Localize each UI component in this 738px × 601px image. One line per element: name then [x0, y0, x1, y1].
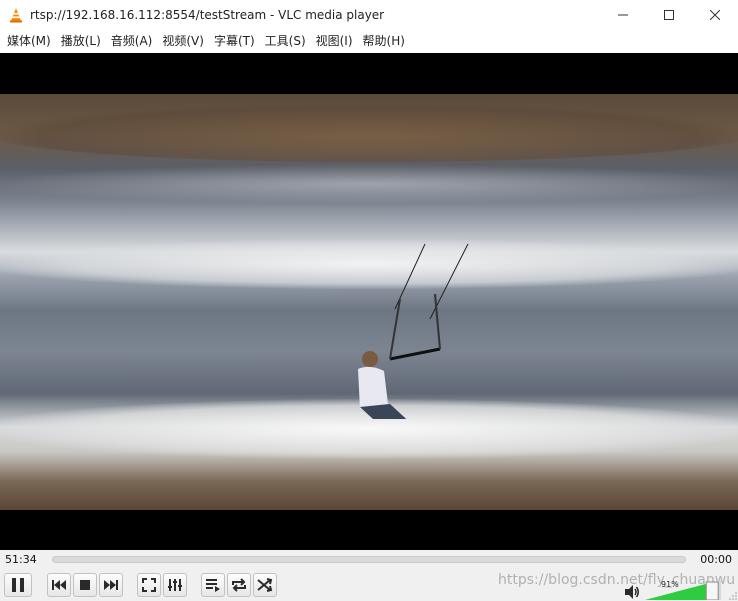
fullscreen-button[interactable] — [137, 573, 161, 597]
menu-view[interactable]: 视图(I) — [311, 30, 358, 52]
menu-tools[interactable]: 工具(S) — [260, 30, 311, 52]
minimize-icon — [618, 14, 628, 16]
loop-icon — [232, 578, 246, 592]
remaining-time[interactable]: 00:00 — [700, 553, 732, 566]
extended-settings-button[interactable] — [163, 573, 187, 597]
video-wave — [0, 102, 738, 162]
window-title: rtsp://192.168.16.112:8554/testStream - … — [30, 8, 385, 22]
speaker-icon — [625, 585, 639, 599]
volume-percent: 91% — [661, 580, 679, 589]
stop-button[interactable] — [73, 573, 97, 597]
resize-grip-icon[interactable] — [729, 592, 737, 600]
loop-button[interactable] — [227, 573, 251, 597]
menu-bar: 媒体(M) 播放(L) 音频(A) 视频(V) 字幕(T) 工具(S) 视图(I… — [0, 30, 738, 52]
video-display[interactable] — [0, 53, 738, 550]
volume-handle[interactable] — [705, 581, 719, 600]
video-wave — [0, 164, 738, 204]
menu-help[interactable]: 帮助(H) — [358, 30, 410, 52]
seek-row: 51:34 00:00 — [0, 550, 738, 570]
kitesurfer-figure — [358, 243, 469, 419]
pause-button[interactable] — [4, 573, 32, 597]
maximize-icon — [664, 10, 674, 20]
menu-media[interactable]: 媒体(M) — [2, 30, 56, 52]
menu-video[interactable]: 视频(V) — [157, 30, 209, 52]
volume-slider[interactable] — [645, 580, 721, 600]
next-button[interactable] — [99, 573, 123, 597]
previous-button[interactable] — [47, 573, 71, 597]
previous-icon — [52, 580, 66, 590]
playlist-icon — [206, 579, 220, 592]
menu-playback[interactable]: 播放(L) — [56, 30, 106, 52]
vlc-cone-icon — [8, 7, 24, 23]
menu-subtitle[interactable]: 字幕(T) — [209, 30, 260, 52]
minimize-button[interactable] — [600, 0, 646, 30]
fullscreen-icon — [142, 578, 156, 592]
shuffle-icon — [257, 578, 273, 592]
close-button[interactable] — [692, 0, 738, 30]
close-icon — [710, 10, 720, 20]
extended-settings-icon — [168, 579, 182, 591]
elapsed-time[interactable]: 51:34 — [5, 553, 37, 566]
mute-button[interactable] — [624, 584, 640, 600]
stop-icon — [80, 580, 90, 590]
menu-audio[interactable]: 音频(A) — [106, 30, 158, 52]
seek-slider[interactable] — [52, 556, 686, 563]
shuffle-button[interactable] — [253, 573, 277, 597]
pause-icon — [12, 578, 24, 592]
next-icon — [104, 580, 118, 590]
playlist-button[interactable] — [201, 573, 225, 597]
maximize-button[interactable] — [646, 0, 692, 30]
title-bar: rtsp://192.168.16.112:8554/testStream - … — [0, 0, 738, 30]
video-frame — [0, 94, 738, 510]
